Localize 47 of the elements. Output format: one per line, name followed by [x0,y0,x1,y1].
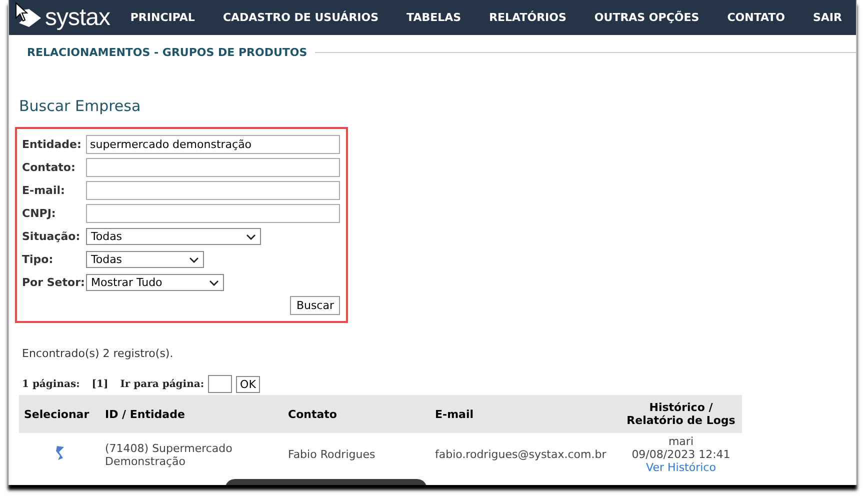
column-header: E-mail [430,395,620,433]
section-title: RELACIONAMENTOS - GRUPOS DE PRODUTOS [26,46,308,59]
input-field[interactable] [86,204,340,223]
column-header: Histórico / Relatório de Logs [620,395,742,433]
field-label: Contato: [22,161,76,174]
table-cell: fabio.rodrigues@systax.com.br [430,433,620,477]
dropdown[interactable]: Mostrar Tudo [86,274,224,291]
input-field[interactable]: supermercado demonstração [86,135,340,154]
dropdown[interactable]: Todas [86,251,204,268]
field-label: Tipo: [22,253,54,266]
table-cell: Fabio Rodrigues [283,433,430,477]
input-field[interactable] [86,158,340,177]
chevron-down-icon [246,234,256,240]
ok-button[interactable]: OK [236,376,260,392]
cursor-icon [15,2,29,22]
search-title: Buscar Empresa [19,97,142,115]
column-header: Contato [283,395,430,433]
dropdown[interactable]: Todas [86,228,261,245]
history-link[interactable]: Ver Histórico [646,461,716,474]
nav-link[interactable]: CONTATO [713,11,799,24]
history-user: mari [667,435,695,448]
table-cell: (71408) Supermercado Demonstração [100,433,283,477]
field-label: Entidade: [22,138,82,151]
goto-label: Ir para página: [120,378,204,390]
chevron-down-icon [209,280,219,286]
nav-link[interactable]: OUTRAS OPÇÕES [580,11,714,24]
nav-link[interactable]: CADASTRO DE USUÁRIOS [208,11,393,24]
page-link[interactable]: [1] [92,378,108,390]
field-label: Situação: [22,230,82,243]
search-button[interactable]: Buscar [290,296,340,315]
nav-link[interactable]: RELATÓRIOS [475,11,580,24]
field-label: Por Setor: [22,276,86,289]
column-header: ID / Entidade [100,395,283,433]
chevron-down-icon [189,256,199,262]
field-label: CNPJ: [22,207,57,220]
history-date: 09/08/2023 12:41 [630,448,732,462]
field-label: E-mail: [22,184,66,197]
pages-label: 1 páginas: [22,378,80,390]
nav-link[interactable]: SAIR [799,11,856,24]
nav-link[interactable]: TABELAS [392,11,476,24]
column-header: Selecionar [19,395,100,433]
page-field[interactable] [208,375,232,393]
nav-link[interactable]: PRINCIPAL [116,11,209,24]
result-count: Encontrado(s) 2 registro(s). [22,347,174,360]
swoosh-icon[interactable] [54,445,66,462]
input-field[interactable] [86,181,340,200]
logo: systax [45,4,110,32]
